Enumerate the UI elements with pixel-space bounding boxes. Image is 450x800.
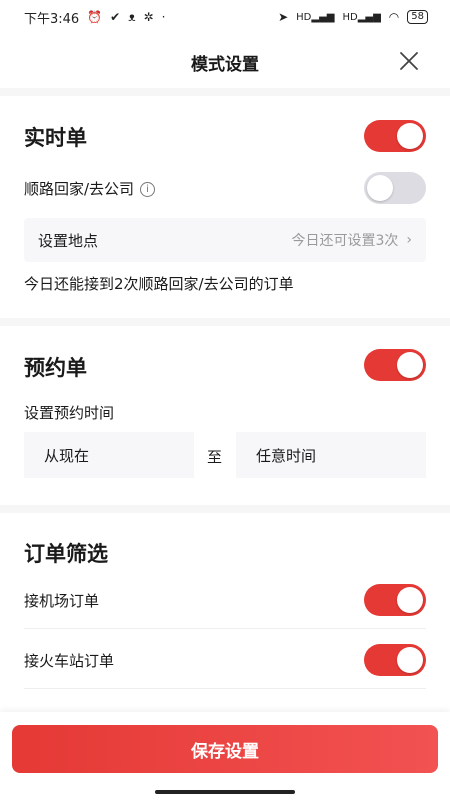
- home-office-label: 顺路回家/去公司: [24, 180, 135, 198]
- home-indicator[interactable]: [155, 790, 295, 794]
- network-label-1: HD: [296, 11, 312, 23]
- close-icon[interactable]: [398, 50, 420, 72]
- bottom-bar: 保存设置: [0, 712, 450, 800]
- pinwheel-notification-icon: ✲: [143, 10, 154, 24]
- header: 模式设置: [0, 40, 450, 84]
- section-divider: [0, 88, 450, 96]
- dot-icon: ·: [161, 10, 166, 24]
- location-arrow-icon: ➤: [278, 10, 289, 24]
- realtime-toggle[interactable]: [364, 120, 426, 152]
- filter-title: 订单筛选: [24, 542, 108, 566]
- page-title: 模式设置: [191, 54, 259, 75]
- toggle-knob: [367, 175, 393, 201]
- signal-icon-1: HD▂▄▆: [296, 11, 335, 23]
- section-divider: [0, 318, 450, 326]
- toggle-knob: [397, 123, 423, 149]
- reservation-time-label: 设置预约时间: [24, 404, 115, 422]
- row-divider: [24, 628, 426, 629]
- time-from-box[interactable]: 从现在: [24, 432, 194, 478]
- toggle-knob: [397, 352, 423, 378]
- signal-icon-2: HD▂▄▆: [342, 11, 381, 23]
- time-to-box[interactable]: 任意时间: [236, 432, 426, 478]
- alarm-icon: ⏰: [87, 10, 103, 24]
- status-right: ➤ HD▂▄▆ HD▂▄▆ ◠ 58: [278, 10, 428, 24]
- status-time: 下午3:46: [24, 11, 80, 27]
- time-to-separator: 至: [207, 448, 223, 466]
- set-location-hint-group: 今日还可设置3次 ›: [291, 230, 412, 250]
- row-divider: [24, 688, 426, 689]
- set-location-row[interactable]: 设置地点 今日还可设置3次 ›: [24, 218, 426, 262]
- realtime-title: 实时单: [24, 126, 87, 150]
- toggle-knob: [397, 647, 423, 673]
- time-from-value: 从现在: [44, 446, 90, 465]
- battery-icon: 58: [407, 10, 428, 24]
- set-location-hint: 今日还可设置3次: [291, 233, 399, 249]
- time-to-value: 任意时间: [256, 446, 317, 465]
- info-icon[interactable]: i: [140, 182, 156, 197]
- app-notification-icon: ✔: [110, 10, 121, 24]
- wifi-icon: ◠: [388, 10, 400, 24]
- toggle-knob: [397, 587, 423, 613]
- filter-airport-toggle[interactable]: [364, 584, 426, 616]
- save-button[interactable]: 保存设置: [12, 725, 438, 773]
- bird-notification-icon: ᴥ: [128, 10, 136, 24]
- section-divider: [0, 505, 450, 513]
- reservation-toggle[interactable]: [364, 349, 426, 381]
- home-office-label-row: 顺路回家/去公司 i: [24, 178, 156, 199]
- chevron-right-icon: ›: [406, 232, 412, 248]
- reservation-title: 预约单: [24, 356, 87, 380]
- home-office-toggle[interactable]: [364, 172, 426, 204]
- realtime-note: 今日还能接到2次顺路回家/去公司的订单: [24, 275, 294, 293]
- network-label-2: HD: [342, 11, 358, 23]
- set-location-label: 设置地点: [38, 231, 99, 250]
- filter-train-label: 接火车站订单: [24, 652, 115, 670]
- filter-train-toggle[interactable]: [364, 644, 426, 676]
- filter-airport-label: 接机场订单: [24, 592, 100, 610]
- status-left: 下午3:46 ⏰ ✔ ᴥ ✲ ·: [24, 8, 165, 27]
- status-bar: 下午3:46 ⏰ ✔ ᴥ ✲ · ➤ HD▂▄▆ HD▂▄▆ ◠ 58: [0, 0, 450, 34]
